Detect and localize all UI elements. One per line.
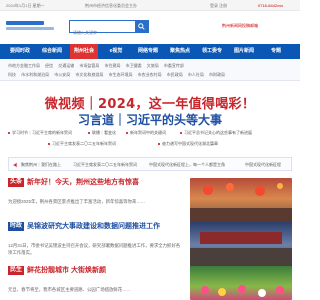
site-header: 荆州新闻网投稿邮箱 [0,11,300,44]
news-image[interactable] [190,222,292,268]
flowers-image [201,285,284,297]
subnav-link[interactable]: 市生态环境局 [109,72,133,77]
nav-item-topics[interactable]: 网络专题 [134,44,162,59]
subnav-link[interactable]: 市财政局 [209,72,225,77]
top-bar: 2024年1月1日 星期一 荆州市经济信息化委员会主办 登录 注册 0716-8… [0,0,300,11]
hotline: 0716-8442xxx [258,3,284,8]
news-title[interactable]: 鲜花扮靓城市 大街焕新颜 [27,266,106,275]
nav-item-photos[interactable]: 图片新闻 [230,44,258,59]
site-logo[interactable] [6,21,56,34]
news-block-headline: 头条 新年好！今天，荆州这些地方有惊喜 为迎接2025年，荆州各景区景点推出了丰富… [8,178,182,205]
subnav-link[interactable]: 交通运输 [58,63,74,68]
subnav-link[interactable]: 科技 [8,72,16,77]
main-nav: 要闻时政 综合新闻 荆州社会 e视觉 网络专题 聚焦热点 领工委专 图片新闻 专… [0,44,300,59]
subnav-link[interactable]: 市文化和旅游局 [75,72,103,77]
ticker-item[interactable]: 中国式现代化新征程上，每一个人都是主角 [149,162,225,168]
subnav-link[interactable]: 市卫健委 [126,63,142,68]
subnav-link[interactable]: 市住建局 [105,63,121,68]
speaker-icon [13,162,17,168]
news-block-politics: 时政 吴锦波研究大事政建设和数据问题推进工作 12月31日，市委书记吴锦波主持召开… [8,222,182,256]
banner-headline-1[interactable]: 微视频｜2024，这一年值得喝彩！ [0,93,300,112]
search-box [69,20,149,38]
nav-item-general[interactable]: 综合新闻 [38,44,66,59]
headline-link[interactable]: 新年贺词中的关键词 [126,130,166,136]
ticker-item[interactable]: 聚焦荆州｜我们在路上 [21,162,61,168]
subnav-link[interactable]: 市场监管局 [79,63,99,68]
headline-link[interactable]: 学习时节｜习近平主席的新年贺词 [8,130,72,136]
subnav-link[interactable]: 文旅局 [147,63,159,68]
ticker-item[interactable]: 中国式现代化新征程 [245,162,281,168]
search-button[interactable] [135,21,148,32]
login-register-link[interactable]: 登录 注册 [210,3,227,9]
headline-link[interactable]: 联播｜看变化 [88,130,116,136]
news-tag: 头条 [8,178,25,187]
banner-headline-2[interactable]: 习言道｜习近平的头等大事 [0,111,300,128]
news-title[interactable]: 吴锦波研究大事政建设和数据问题推进工作 [27,222,160,231]
subnav-link[interactable]: 经信 [45,63,53,68]
headline-links-row-1: 学习时节｜习近平主席的新年贺词 联播｜看变化 新年贺词中的关键词 习近平总书记关… [8,128,292,138]
search-icon [138,23,145,30]
news-summary: 12月31日，市委书记吴锦波主持召开会议，研究部署数据问题推进工作，要求全力抓好… [8,243,181,255]
nav-item-special[interactable]: 专题 [262,44,290,59]
headline-link[interactable]: 习近平总书记关心的这些事有了新进展 [180,130,252,136]
subnav-link[interactable]: 市地方金融工作局 [8,63,40,68]
headline-links-row-2: 习近平主席发表二〇二五年新年贺词 奋力谱写中国式现代化湖北篇章 [8,139,292,149]
festive-street-image [190,183,292,224]
current-date: 2024年1月1日 星期一 [6,3,45,8]
news-image[interactable] [190,178,292,224]
subnav-link[interactable]: 市民政局 [167,72,183,77]
news-summary: 为迎接2025年，荆州各景区景点推出了丰富活动，新年惊喜等你来…… [8,199,146,204]
news-tag: 时政 [8,222,25,231]
submission-email-link[interactable]: 荆州新闻网投稿邮箱 [222,23,258,29]
ticker-item[interactable]: 习近平主席发表二〇二五年新年贺词 [73,162,137,168]
headline-banner: 微视频｜2024，这一年值得喝彩！ 习言道｜习近平的头等大事 [0,81,300,127]
nav-item-hot[interactable]: 聚焦热点 [166,44,194,59]
top-left-links[interactable]: 荆州市经济信息化委员会主办 [85,3,137,9]
subnav-link[interactable]: 市农业农村局 [138,72,162,77]
news-summary: 元旦、春节将至，我市各城区主要道路、公园广场摆放鲜花…… [8,287,131,292]
nav-item-committee[interactable]: 领工委专 [198,44,226,59]
meeting-image [190,232,292,268]
subnav-link[interactable]: 市水利和湖泊局 [21,72,49,77]
sub-nav: 市地方金融工作局 经信 交通运输 市场监管局 市住建局 市卫健委 文旅局 市委宣… [0,59,300,81]
headline-link[interactable]: 奋力谱写中国式现代化湖北篇章 [158,141,218,147]
nav-item-society[interactable]: 荆州社会 [70,44,98,59]
search-input[interactable] [70,27,134,38]
news-tag: 民生 [8,266,25,275]
subnav-link[interactable]: 市委宣传部 [164,63,184,68]
nav-item-video[interactable]: e视觉 [102,44,130,59]
news-ticker: 聚焦荆州｜我们在路上 习近平主席发表二〇二五年新年贺词 中国式现代化新征程上，每… [8,157,292,171]
subnav-link[interactable]: 市公安局 [54,72,70,77]
subnav-link[interactable]: 市人社局 [188,72,204,77]
news-block-livelihood: 民生 鲜花扮靓城市 大街焕新颜 元旦、春节将至，我市各城区主要道路、公园广场摆放鲜… [8,266,182,293]
news-image[interactable] [190,266,292,300]
nav-item-politics[interactable]: 要闻时政 [6,44,34,59]
news-title[interactable]: 新年好！今天，荆州这些地方有惊喜 [27,178,139,187]
headline-link[interactable]: 习近平主席发表二〇二五年新年贺词 [48,141,116,147]
